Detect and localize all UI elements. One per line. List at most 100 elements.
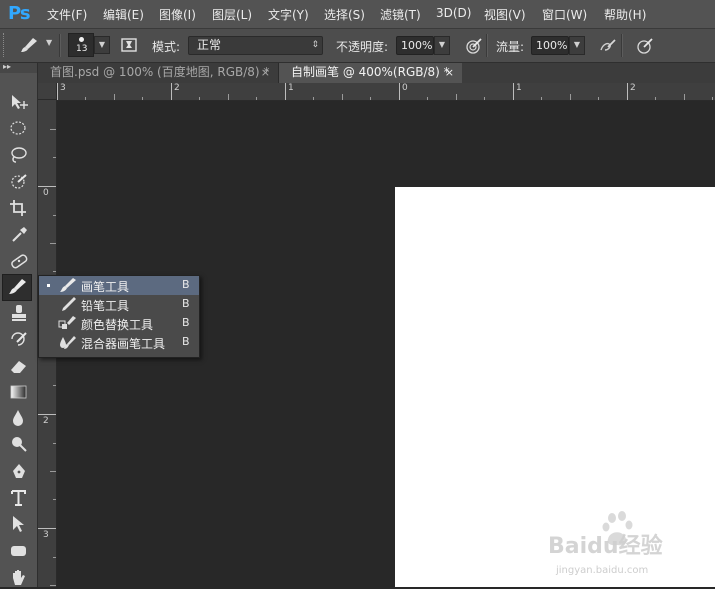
flow-input[interactable]: 100%: [531, 36, 569, 55]
pen-tool[interactable]: [4, 460, 32, 484]
path-selection-tool[interactable]: [4, 512, 32, 536]
tablet-opacity-pressure-button[interactable]: [459, 33, 487, 57]
brush-tool[interactable]: [2, 274, 32, 301]
brush-size-dropdown[interactable]: ▼: [94, 36, 110, 54]
blur-tool[interactable]: [4, 406, 32, 430]
eyedropper-tool[interactable]: [4, 223, 32, 247]
eraser-tool[interactable]: [4, 354, 32, 378]
shape-tool[interactable]: [4, 539, 32, 563]
toolbox: ▸▸: [0, 63, 38, 587]
history-brush-tool[interactable]: [4, 327, 32, 351]
menu-view[interactable]: 视图(V): [484, 6, 526, 23]
flyout-label: 画笔工具: [81, 280, 130, 294]
ruler-label: 1: [516, 83, 522, 93]
airbrush-icon: [600, 39, 616, 51]
brush-icon: [60, 278, 76, 292]
menu-type[interactable]: 文字(Y): [268, 6, 309, 23]
photoshop-logo: Ps: [8, 3, 31, 24]
clone-stamp-tool[interactable]: [4, 301, 32, 325]
type-icon: [11, 490, 26, 506]
marquee-tool[interactable]: [4, 116, 32, 140]
menu-bar: Ps 文件(F) 编辑(E) 图像(I) 图层(L) 文字(Y) 选择(S) 滤…: [0, 0, 715, 29]
opacity-label: 不透明度:: [336, 40, 389, 54]
flyout-label: 混合器画笔工具: [81, 337, 166, 351]
elliptical-marquee-icon: [10, 121, 26, 135]
brush-tip-preview-icon: [79, 37, 84, 42]
ruler-label: 0: [43, 188, 49, 198]
blend-mode-value: 正常: [197, 38, 222, 52]
brush-panel-toggle[interactable]: [114, 33, 142, 57]
close-icon[interactable]: ×: [261, 63, 270, 82]
menu-window[interactable]: 窗口(W): [542, 6, 587, 23]
airbrush-button[interactable]: [593, 33, 621, 57]
options-grip: [3, 33, 8, 57]
crop-tool[interactable]: [4, 196, 32, 220]
flow-label: 流量:: [496, 40, 525, 54]
tool-preset-chevron-icon[interactable]: ▼: [46, 38, 52, 47]
color-replacement-icon: [58, 316, 76, 329]
flyout-label: 铅笔工具: [81, 299, 130, 313]
document-tab-strip: 首图.psd @ 100% (百度地图, RGB/8) * × 自制画笔 @ 4…: [38, 63, 715, 83]
toolbox-collapse-icon[interactable]: ▸▸: [0, 63, 37, 73]
pressure-icon: [637, 38, 653, 54]
ruler-label: 3: [60, 83, 66, 93]
lasso-tool[interactable]: [4, 143, 32, 167]
watermark-url: jingyan.baidu.com: [555, 565, 648, 576]
opacity-dropdown[interactable]: ▼: [434, 36, 450, 55]
watermark-brand: Baidu经验: [548, 533, 663, 559]
flow-dropdown[interactable]: ▼: [569, 36, 585, 55]
eraser-icon: [11, 361, 26, 373]
gradient-icon: [10, 385, 27, 399]
baidu-jingyan-watermark: Baidu经验 jingyan.baidu.com: [548, 506, 708, 578]
brush-icon: [21, 38, 37, 52]
hand-tool[interactable]: [4, 565, 32, 589]
menu-select[interactable]: 选择(S): [324, 6, 365, 23]
ruler-label: 2: [43, 416, 49, 426]
pen-icon: [13, 464, 25, 478]
healing-brush-tool[interactable]: [4, 249, 32, 273]
flyout-item-color-replacement[interactable]: 颜色替换工具 B: [39, 314, 199, 333]
ruler-label: 1: [288, 83, 294, 93]
ruler-label: 2: [630, 83, 636, 93]
menu-edit[interactable]: 编辑(E): [103, 6, 144, 23]
move-tool[interactable]: [4, 90, 32, 114]
dodge-tool[interactable]: [4, 432, 32, 456]
brush-size-value: 13: [76, 44, 88, 54]
selected-bullet-icon: [47, 284, 50, 287]
flyout-item-mixer-brush[interactable]: 混合器画笔工具 B: [39, 333, 199, 352]
flyout-item-brush[interactable]: 画笔工具 B: [39, 276, 199, 295]
brush-preset-picker[interactable]: 13: [68, 33, 94, 57]
tab-custom-brush[interactable]: 自制画笔 @ 400%(RGB/8) * ×: [279, 63, 462, 83]
history-brush-icon: [11, 332, 27, 346]
menu-layer[interactable]: 图层(L): [212, 6, 252, 23]
opacity-input[interactable]: 100%: [396, 36, 434, 55]
quick-selection-icon: [11, 174, 27, 189]
quick-selection-tool[interactable]: [4, 170, 32, 194]
blend-mode-select[interactable]: 正常 ⇕: [188, 36, 323, 55]
flyout-label: 颜色替换工具: [81, 318, 154, 332]
tab-shoutu[interactable]: 首图.psd @ 100% (百度地图, RGB/8) * ×: [38, 63, 279, 83]
flyout-item-pencil[interactable]: 铅笔工具 B: [39, 295, 199, 314]
divider: [486, 34, 488, 57]
gradient-tool[interactable]: [4, 380, 32, 404]
type-tool[interactable]: [4, 486, 32, 510]
tool-preset-picker[interactable]: [14, 33, 42, 57]
mixer-brush-icon: [60, 336, 76, 349]
close-icon[interactable]: ×: [445, 63, 454, 82]
menu-filter[interactable]: 滤镜(T): [380, 6, 421, 23]
menu-help[interactable]: 帮助(H): [604, 6, 646, 23]
horizontal-ruler[interactable]: 3 2 1 0 1 2: [57, 83, 715, 101]
menu-file[interactable]: 文件(F): [47, 6, 87, 23]
hand-icon: [13, 570, 25, 585]
move-icon: [12, 95, 28, 109]
menu-3d[interactable]: 3D(D): [436, 6, 471, 20]
menu-image[interactable]: 图像(I): [159, 6, 196, 23]
pencil-icon: [62, 297, 76, 311]
divider: [59, 34, 61, 57]
rounded-rectangle-icon: [11, 546, 26, 556]
tab-label: 首图.psd @ 100% (百度地图, RGB/8) *: [50, 65, 270, 79]
ruler-ticks: [57, 83, 713, 100]
tablet-size-pressure-button[interactable]: [630, 33, 658, 57]
ruler-origin[interactable]: [38, 83, 57, 100]
water-drop-icon: [13, 410, 23, 426]
